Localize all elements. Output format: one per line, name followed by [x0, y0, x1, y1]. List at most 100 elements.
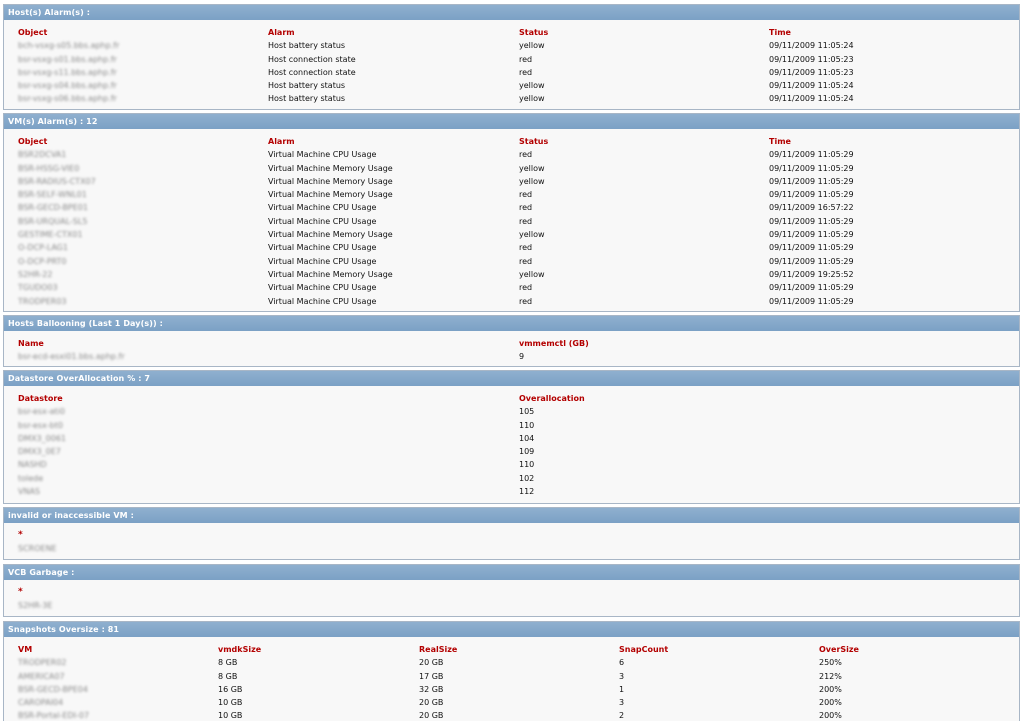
host-alarms-header: Host(s) Alarm(s) : [4, 5, 1019, 20]
host-alarms-section: Host(s) Alarm(s) : Object Alarm Status T… [3, 4, 1020, 110]
time-cell: 09/11/2009 11:05:29 [769, 150, 854, 160]
table-row: bsr-vsxg-s01.bbs.aphp.fr Host connection… [4, 53, 1019, 66]
datastore-cell: bsr-esx-bt0 [18, 420, 63, 430]
time-cell: 09/11/2009 11:05:29 [769, 230, 854, 240]
object-cell: BSR-RADIUS-CTX07 [18, 176, 96, 186]
time-cell: 09/11/2009 11:05:29 [769, 216, 854, 226]
vmdksize-cell: 8 GB [218, 658, 238, 668]
time-cell: 09/11/2009 11:05:29 [769, 163, 854, 173]
table-header-row: Name vmmemctl (GB) [4, 337, 1019, 350]
time-cell: 09/11/2009 16:57:22 [769, 203, 854, 213]
table-row: bsr-esx-bt0 110 [4, 419, 1019, 432]
snapcount-cell: 1 [619, 684, 625, 694]
table-header-row: Object Alarm Status Time [4, 135, 1019, 148]
snapcount-cell: 3 [619, 698, 625, 708]
snapcount-cell: 6 [619, 658, 625, 668]
oversize-cell: 212% [819, 671, 842, 681]
ballooning-table: Name vmmemctl (GB) bsr-ecd-esxi01.bbs.ap… [4, 337, 1019, 364]
asterisk-marker: * [18, 587, 23, 597]
alarm-cell: Host connection state [268, 54, 356, 64]
column-header-object: Object [18, 137, 48, 146]
status-cell: yellow [519, 163, 545, 173]
column-header-overallocation: Overallocation [519, 394, 585, 403]
alarm-cell: Virtual Machine Memory Usage [268, 269, 393, 279]
table-row: O-DCP-LAG1 Virtual Machine CPU Usage red… [4, 241, 1019, 254]
snapshots-section: Snapshots Oversize : 81 VM vmdkSize Real… [3, 621, 1020, 721]
object-cell: bsr-vsxg-s11.bbs.aphp.fr [18, 67, 117, 77]
alarm-cell: Virtual Machine CPU Usage [268, 216, 377, 226]
time-cell: 09/11/2009 11:05:29 [769, 256, 854, 266]
alarm-cell: Virtual Machine CPU Usage [268, 243, 377, 253]
table-row: NASHD 110 [4, 458, 1019, 471]
status-cell: yellow [519, 176, 545, 186]
vm-alarms-table: Object Alarm Status Time BSR2DCVA1 Virtu… [4, 135, 1019, 308]
invalid-vm-header: invalid or inaccessible VM : [4, 508, 1019, 523]
object-cell: O-DCP-LAG1 [18, 243, 68, 253]
overallocation-cell: 110 [519, 460, 535, 470]
list-marker-row: * [4, 529, 1019, 542]
host-alarms-table: Object Alarm Status Time bch-vsxg-s05.bb… [4, 26, 1019, 106]
oversize-cell: 200% [819, 684, 842, 694]
alarm-cell: Virtual Machine Memory Usage [268, 163, 393, 173]
overallocation-cell: 102 [519, 473, 535, 483]
vm-cell: AMERICA07 [18, 671, 65, 681]
time-cell: 09/11/2009 11:05:29 [769, 296, 854, 306]
table-row: bsr-vsxg-s04.bbs.aphp.fr Host battery st… [4, 79, 1019, 92]
table-row: TRODPER03 Virtual Machine CPU Usage red … [4, 295, 1019, 308]
status-cell: red [519, 256, 533, 266]
datastore-header: Datastore OverAllocation % : 7 [4, 371, 1019, 386]
column-header-vmdksize: vmdkSize [218, 645, 262, 654]
object-cell: BSR-SELF-WNL01 [18, 190, 87, 200]
column-header-vm: VM [18, 645, 33, 654]
datastore-cell: DMX3_0E7 [18, 447, 61, 457]
time-cell: 09/11/2009 11:05:23 [769, 67, 854, 77]
vm-alarms-header: VM(s) Alarm(s) : 12 [4, 114, 1019, 129]
vcb-garbage-list: * S2HR-3E [4, 586, 1019, 613]
status-cell: red [519, 150, 533, 160]
time-cell: 09/11/2009 11:05:24 [769, 94, 854, 104]
column-header-time: Time [769, 28, 791, 37]
time-cell: 09/11/2009 11:05:29 [769, 283, 854, 293]
vm-name-cell: S2HR-3E [18, 601, 53, 611]
table-row: bsr-esx-ati0 105 [4, 405, 1019, 418]
realsize-cell: 17 GB [419, 671, 444, 681]
alarm-cell: Virtual Machine CPU Usage [268, 283, 377, 293]
column-header-alarm: Alarm [268, 137, 295, 146]
table-row: S2HR-22 Virtual Machine Memory Usage yel… [4, 268, 1019, 281]
alarm-cell: Virtual Machine CPU Usage [268, 296, 377, 306]
table-row: DMX3_0E7 109 [4, 445, 1019, 458]
table-row: BSR-URQUAL-SL5 Virtual Machine CPU Usage… [4, 215, 1019, 228]
status-cell: red [519, 67, 533, 77]
datastore-cell: VNAS [18, 487, 41, 497]
alarm-cell: Virtual Machine CPU Usage [268, 203, 377, 213]
overallocation-cell: 112 [519, 487, 535, 497]
list-item: S2HR-3E [4, 599, 1019, 612]
column-header-status: Status [519, 28, 549, 37]
table-row: tolede 102 [4, 472, 1019, 485]
alarm-cell: Virtual Machine CPU Usage [268, 150, 377, 160]
alarm-cell: Virtual Machine Memory Usage [268, 190, 393, 200]
vmdksize-cell: 16 GB [218, 684, 243, 694]
invalid-vm-section: invalid or inaccessible VM : * SCROENE [3, 507, 1020, 560]
table-row: BSR-GECD-BPE04 16 GB 32 GB 1 200% [4, 683, 1019, 696]
object-cell: GESTIME-CTX01 [18, 230, 83, 240]
realsize-cell: 32 GB [419, 684, 444, 694]
table-row: GESTIME-CTX01 Virtual Machine Memory Usa… [4, 228, 1019, 241]
time-cell: 09/11/2009 11:05:24 [769, 81, 854, 91]
snapshots-table: VM vmdkSize RealSize SnapCount OverSize … [4, 643, 1019, 723]
datastore-cell: DMX3_0061 [18, 433, 66, 443]
alarm-cell: Virtual Machine Memory Usage [268, 176, 393, 186]
host-name-cell: bsr-ecd-esxi01.bbs.aphp.fr [18, 352, 125, 362]
table-row: O-DCP-PRT0 Virtual Machine CPU Usage red… [4, 255, 1019, 268]
vcb-garbage-header: VCB Garbage : [4, 565, 1019, 580]
table-row: BSR-GECD-BPE01 Virtual Machine CPU Usage… [4, 201, 1019, 214]
column-header-realsize: RealSize [419, 645, 458, 654]
column-header-snapcount: SnapCount [619, 645, 669, 654]
vm-cell: TRODPER02 [18, 658, 67, 668]
object-cell: bch-vsxg-s05.bbs.aphp.fr [18, 41, 120, 51]
alarm-cell: Virtual Machine CPU Usage [268, 256, 377, 266]
table-row: VNAS 112 [4, 485, 1019, 498]
snapcount-cell: 3 [619, 671, 625, 681]
vcb-garbage-section: VCB Garbage : * S2HR-3E [3, 564, 1020, 617]
table-row: BSR-SELF-WNL01 Virtual Machine Memory Us… [4, 188, 1019, 201]
